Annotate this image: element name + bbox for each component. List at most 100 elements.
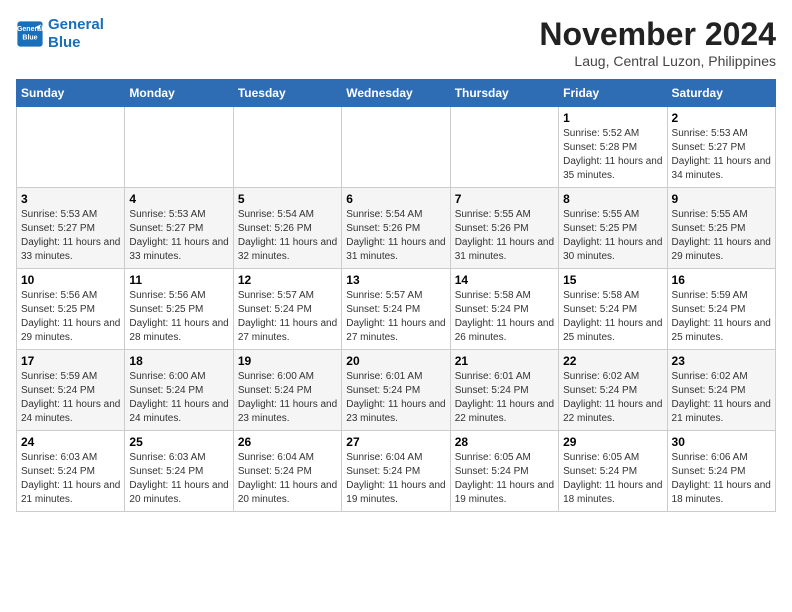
weekday-header: Friday (559, 80, 667, 107)
month-title: November 2024 (539, 16, 776, 53)
weekday-header-row: SundayMondayTuesdayWednesdayThursdayFrid… (17, 80, 776, 107)
day-number: 26 (238, 435, 337, 449)
day-number: 30 (672, 435, 771, 449)
calendar-cell: 11 Sunrise: 5:56 AM Sunset: 5:25 PM Dayli… (125, 269, 233, 350)
calendar-cell: 12 Sunrise: 5:57 AM Sunset: 5:24 PM Dayli… (233, 269, 341, 350)
day-info: Sunrise: 6:03 AM Sunset: 5:24 PM Dayligh… (21, 451, 120, 507)
day-number: 20 (346, 354, 445, 368)
day-number: 22 (563, 354, 662, 368)
day-number: 16 (672, 273, 771, 287)
day-number: 25 (129, 435, 228, 449)
calendar-cell: 6 Sunrise: 5:54 AM Sunset: 5:26 PM Daylig… (342, 188, 450, 269)
calendar-cell: 13 Sunrise: 5:57 AM Sunset: 5:24 PM Dayli… (342, 269, 450, 350)
weekday-header: Wednesday (342, 80, 450, 107)
calendar-week-row: 10 Sunrise: 5:56 AM Sunset: 5:25 PM Dayli… (17, 269, 776, 350)
day-number: 12 (238, 273, 337, 287)
calendar-header: SundayMondayTuesdayWednesdayThursdayFrid… (17, 80, 776, 107)
calendar-cell: 15 Sunrise: 5:58 AM Sunset: 5:24 PM Dayli… (559, 269, 667, 350)
logo-blue: Blue (48, 34, 104, 52)
calendar-cell: 28Sunrise: 6:05 AM Sunset: 5:24 PM Dayli… (450, 431, 558, 512)
day-number: 4 (129, 192, 228, 206)
calendar-cell: 17Sunrise: 5:59 AM Sunset: 5:24 PM Dayli… (17, 350, 125, 431)
calendar-cell: 20 Sunrise: 6:01 AM Sunset: 5:24 PM Dayli… (342, 350, 450, 431)
day-number: 9 (672, 192, 771, 206)
calendar-cell (17, 107, 125, 188)
calendar-cell: 19Sunrise: 6:00 AM Sunset: 5:24 PM Dayli… (233, 350, 341, 431)
day-number: 15 (563, 273, 662, 287)
calendar-cell: 5 Sunrise: 5:54 AM Sunset: 5:26 PM Daylig… (233, 188, 341, 269)
calendar-cell: 27 Sunrise: 6:04 AM Sunset: 5:24 PM Dayli… (342, 431, 450, 512)
calendar-cell (450, 107, 558, 188)
day-number: 3 (21, 192, 120, 206)
day-info: Sunrise: 6:06 AM Sunset: 5:24 PM Dayligh… (672, 451, 771, 507)
calendar-week-row: 3 Sunrise: 5:53 AM Sunset: 5:27 PM Daylig… (17, 188, 776, 269)
calendar-week-row: 17Sunrise: 5:59 AM Sunset: 5:24 PM Dayli… (17, 350, 776, 431)
day-info: Sunrise: 6:02 AM Sunset: 5:24 PM Dayligh… (672, 370, 771, 426)
day-number: 24 (21, 435, 120, 449)
day-info: Sunrise: 5:59 AM Sunset: 5:24 PM Dayligh… (21, 370, 120, 426)
calendar-cell: 29Sunrise: 6:05 AM Sunset: 5:24 PM Dayli… (559, 431, 667, 512)
day-info: Sunrise: 5:53 AM Sunset: 5:27 PM Dayligh… (129, 208, 228, 264)
day-info: Sunrise: 6:01 AM Sunset: 5:24 PM Dayligh… (455, 370, 554, 426)
logo-icon: General Blue (16, 20, 44, 48)
day-number: 10 (21, 273, 120, 287)
logo-general: General (48, 16, 104, 33)
calendar-cell: 18 Sunrise: 6:00 AM Sunset: 5:24 PM Dayli… (125, 350, 233, 431)
day-info: Sunrise: 5:57 AM Sunset: 5:24 PM Dayligh… (346, 289, 445, 345)
calendar-cell: 22 Sunrise: 6:02 AM Sunset: 5:24 PM Dayli… (559, 350, 667, 431)
day-info: Sunrise: 5:57 AM Sunset: 5:24 PM Dayligh… (238, 289, 337, 345)
calendar-cell: 8 Sunrise: 5:55 AM Sunset: 5:25 PM Daylig… (559, 188, 667, 269)
day-info: Sunrise: 5:55 AM Sunset: 5:25 PM Dayligh… (563, 208, 662, 264)
weekday-header: Tuesday (233, 80, 341, 107)
calendar-cell: 14Sunrise: 5:58 AM Sunset: 5:24 PM Dayli… (450, 269, 558, 350)
day-info: Sunrise: 5:53 AM Sunset: 5:27 PM Dayligh… (672, 127, 771, 183)
calendar-cell: 7 Sunrise: 5:55 AM Sunset: 5:26 PM Daylig… (450, 188, 558, 269)
title-area: November 2024 Laug, Central Luzon, Phili… (539, 16, 776, 69)
day-number: 21 (455, 354, 554, 368)
weekday-header: Sunday (17, 80, 125, 107)
day-number: 6 (346, 192, 445, 206)
logo: General Blue General Blue (16, 16, 104, 52)
calendar-cell: 10 Sunrise: 5:56 AM Sunset: 5:25 PM Dayli… (17, 269, 125, 350)
day-info: Sunrise: 5:58 AM Sunset: 5:24 PM Dayligh… (455, 289, 554, 345)
calendar-cell: 2 Sunrise: 5:53 AM Sunset: 5:27 PM Daylig… (667, 107, 775, 188)
calendar-cell: 30 Sunrise: 6:06 AM Sunset: 5:24 PM Dayli… (667, 431, 775, 512)
calendar-cell: 26 Sunrise: 6:04 AM Sunset: 5:24 PM Dayli… (233, 431, 341, 512)
day-info: Sunrise: 6:01 AM Sunset: 5:24 PM Dayligh… (346, 370, 445, 426)
day-info: Sunrise: 6:04 AM Sunset: 5:24 PM Dayligh… (346, 451, 445, 507)
calendar-cell: 25Sunrise: 6:03 AM Sunset: 5:24 PM Dayli… (125, 431, 233, 512)
day-number: 7 (455, 192, 554, 206)
calendar-week-row: 24 Sunrise: 6:03 AM Sunset: 5:24 PM Dayli… (17, 431, 776, 512)
day-number: 27 (346, 435, 445, 449)
calendar-body: 1Sunrise: 5:52 AM Sunset: 5:28 PM Daylig… (17, 107, 776, 512)
day-info: Sunrise: 5:53 AM Sunset: 5:27 PM Dayligh… (21, 208, 120, 264)
day-info: Sunrise: 5:58 AM Sunset: 5:24 PM Dayligh… (563, 289, 662, 345)
day-info: Sunrise: 5:54 AM Sunset: 5:26 PM Dayligh… (238, 208, 337, 264)
day-info: Sunrise: 6:02 AM Sunset: 5:24 PM Dayligh… (563, 370, 662, 426)
day-number: 5 (238, 192, 337, 206)
weekday-header: Saturday (667, 80, 775, 107)
calendar-table: SundayMondayTuesdayWednesdayThursdayFrid… (16, 79, 776, 512)
calendar-cell (233, 107, 341, 188)
day-info: Sunrise: 6:00 AM Sunset: 5:24 PM Dayligh… (238, 370, 337, 426)
day-number: 2 (672, 111, 771, 125)
day-number: 18 (129, 354, 228, 368)
calendar-cell: 24 Sunrise: 6:03 AM Sunset: 5:24 PM Dayli… (17, 431, 125, 512)
day-info: Sunrise: 5:54 AM Sunset: 5:26 PM Dayligh… (346, 208, 445, 264)
day-info: Sunrise: 6:04 AM Sunset: 5:24 PM Dayligh… (238, 451, 337, 507)
day-info: Sunrise: 5:56 AM Sunset: 5:25 PM Dayligh… (129, 289, 228, 345)
day-number: 8 (563, 192, 662, 206)
day-info: Sunrise: 6:05 AM Sunset: 5:24 PM Dayligh… (563, 451, 662, 507)
calendar-cell (125, 107, 233, 188)
calendar-cell: 16Sunrise: 5:59 AM Sunset: 5:24 PM Dayli… (667, 269, 775, 350)
day-number: 23 (672, 354, 771, 368)
day-info: Sunrise: 6:00 AM Sunset: 5:24 PM Dayligh… (129, 370, 228, 426)
day-info: Sunrise: 5:55 AM Sunset: 5:26 PM Dayligh… (455, 208, 554, 264)
weekday-header: Thursday (450, 80, 558, 107)
day-number: 13 (346, 273, 445, 287)
calendar-cell: 4 Sunrise: 5:53 AM Sunset: 5:27 PM Daylig… (125, 188, 233, 269)
location: Laug, Central Luzon, Philippines (539, 53, 776, 69)
day-number: 11 (129, 273, 228, 287)
day-info: Sunrise: 6:05 AM Sunset: 5:24 PM Dayligh… (455, 451, 554, 507)
day-info: Sunrise: 5:56 AM Sunset: 5:25 PM Dayligh… (21, 289, 120, 345)
